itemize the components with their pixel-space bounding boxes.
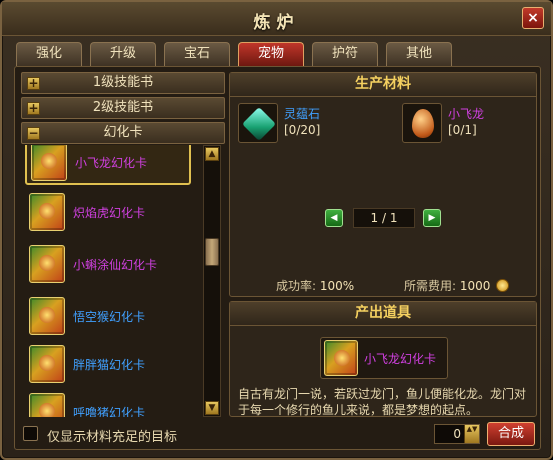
tab-amulet[interactable]: 护符 — [312, 42, 378, 66]
expand-icon: + — [27, 101, 40, 115]
tab-gem[interactable]: 宝石 — [164, 42, 230, 66]
furnace-window: 炼炉 × 强化 升级 宝石 宠物 护符 其他 + 1级技能书 + 2级技能书 −… — [0, 0, 553, 460]
card-icon — [29, 393, 65, 417]
card-icon — [29, 345, 65, 383]
tab-other[interactable]: 其他 — [386, 42, 452, 66]
cost-label: 所需费用: — [404, 279, 457, 293]
item-label: 小飞龙幻化卡 — [75, 156, 148, 170]
scroll-down-icon[interactable]: ▼ — [205, 401, 219, 415]
category-label: 1级技能书 — [92, 75, 154, 90]
recipe-list-panel: + 1级技能书 + 2级技能书 − 幻化卡 小飞龙幻化卡 炽焰虎幻化卡 小蝌涂仙… — [21, 72, 225, 417]
list-item[interactable]: 炽焰虎幻化卡 — [25, 189, 191, 237]
material-name: 灵蕴石 — [284, 107, 321, 121]
list-item[interactable]: 胖胖猫幻化卡 — [25, 341, 191, 389]
item-description: 自古有龙门一说，若跃过龙门，鱼儿便能化龙。龙门对于每一个修行的鱼儿来说，都是梦想… — [238, 387, 527, 417]
gold-coin-icon — [496, 279, 510, 292]
list-item[interactable]: 小飞龙幻化卡 — [25, 145, 191, 185]
output-item-slot[interactable]: 小飞龙幻化卡 — [320, 337, 448, 379]
scroll-up-icon[interactable]: ▲ — [205, 147, 219, 161]
prev-page-icon[interactable]: ◀ — [325, 209, 343, 227]
close-button[interactable]: × — [522, 7, 544, 29]
window-title: 炼炉 — [253, 13, 300, 33]
cost-value: 1000 — [459, 279, 491, 293]
scroll-thumb[interactable] — [205, 238, 219, 266]
success-value: 100% — [319, 279, 355, 293]
output-item-name: 小飞龙幻化卡 — [364, 352, 437, 366]
category-label: 2级技能书 — [92, 100, 154, 115]
card-icon — [31, 145, 67, 181]
expand-icon: + — [27, 76, 40, 90]
close-icon: × — [527, 10, 539, 26]
spin-arrows-icon[interactable]: ▲▼ — [464, 425, 479, 443]
category-label: 幻化卡 — [103, 125, 143, 140]
item-label: 呼噜猪幻化卡 — [73, 406, 146, 417]
materials-section: 生产材料 灵蕴石 [0/20] 小飞龙 [0/1] ◀ 1 / 1 ▶ 成功率:… — [229, 72, 537, 297]
tab-pet[interactable]: 宠物 — [238, 42, 304, 66]
filter-checkbox[interactable] — [23, 426, 38, 441]
materials-title: 生产材料 — [230, 73, 536, 97]
material-count: [0/1] — [448, 123, 477, 137]
item-label: 小蝌涂仙幻化卡 — [73, 258, 158, 272]
material-count: [0/20] — [284, 123, 321, 137]
success-rate: 成功率: 100% — [276, 277, 354, 294]
material-slot[interactable]: 小飞龙 [0/1] — [402, 103, 532, 145]
pager: ◀ 1 / 1 ▶ — [325, 208, 445, 228]
tab-upgrade[interactable]: 升级 — [90, 42, 156, 66]
tab-strengthen[interactable]: 强化 — [16, 42, 82, 66]
card-icon — [324, 340, 358, 376]
category-skill-book-1[interactable]: + 1级技能书 — [21, 72, 225, 94]
filter-label: 仅显示材料充足的目标 — [47, 430, 178, 445]
cost: 所需费用: 1000 — [404, 277, 510, 294]
category-skill-book-2[interactable]: + 2级技能书 — [21, 97, 225, 119]
list-item[interactable]: 呼噜猪幻化卡 — [25, 389, 191, 417]
output-section: 产出道具 小飞龙幻化卡 自古有龙门一说，若跃过龙门，鱼儿便能化龙。龙门对于每一个… — [229, 301, 537, 417]
card-icon — [29, 245, 65, 283]
success-label: 成功率: — [276, 279, 317, 293]
next-page-icon[interactable]: ▶ — [423, 209, 441, 227]
list-item[interactable]: 悟空猴幻化卡 — [25, 293, 191, 341]
recipe-detail-panel: 生产材料 灵蕴石 [0/20] 小飞龙 [0/1] ◀ 1 / 1 ▶ 成功率:… — [229, 72, 537, 446]
list-scrollbar[interactable]: ▲ ▼ — [203, 145, 221, 417]
title-bar: 炼炉 × — [2, 2, 551, 36]
card-list: 小飞龙幻化卡 炽焰虎幻化卡 小蝌涂仙幻化卡 悟空猴幻化卡 胖胖猫幻化卡 呼噜猪幻… — [21, 145, 201, 417]
list-item[interactable]: 小蝌涂仙幻化卡 — [25, 241, 191, 289]
card-icon — [29, 193, 65, 231]
item-label: 胖胖猫幻化卡 — [73, 358, 146, 372]
item-label: 炽焰虎幻化卡 — [73, 206, 146, 220]
quantity-stepper[interactable]: 0 ▲▼ — [434, 424, 480, 444]
collapse-icon: − — [27, 126, 40, 140]
combine-button[interactable]: 合成 — [487, 422, 535, 446]
pet-egg-icon — [402, 103, 442, 143]
quantity-value: 0 — [453, 427, 461, 441]
page-indicator: 1 / 1 — [353, 208, 415, 228]
material-slot[interactable]: 灵蕴石 [0/20] — [238, 103, 368, 145]
material-name: 小飞龙 — [448, 107, 485, 121]
category-transform-card[interactable]: − 幻化卡 — [21, 122, 225, 144]
item-label: 悟空猴幻化卡 — [73, 310, 146, 324]
output-title: 产出道具 — [230, 302, 536, 326]
content-panel: + 1级技能书 + 2级技能书 − 幻化卡 小飞龙幻化卡 炽焰虎幻化卡 小蝌涂仙… — [14, 66, 541, 450]
gem-icon — [238, 103, 278, 143]
card-icon — [29, 297, 65, 335]
